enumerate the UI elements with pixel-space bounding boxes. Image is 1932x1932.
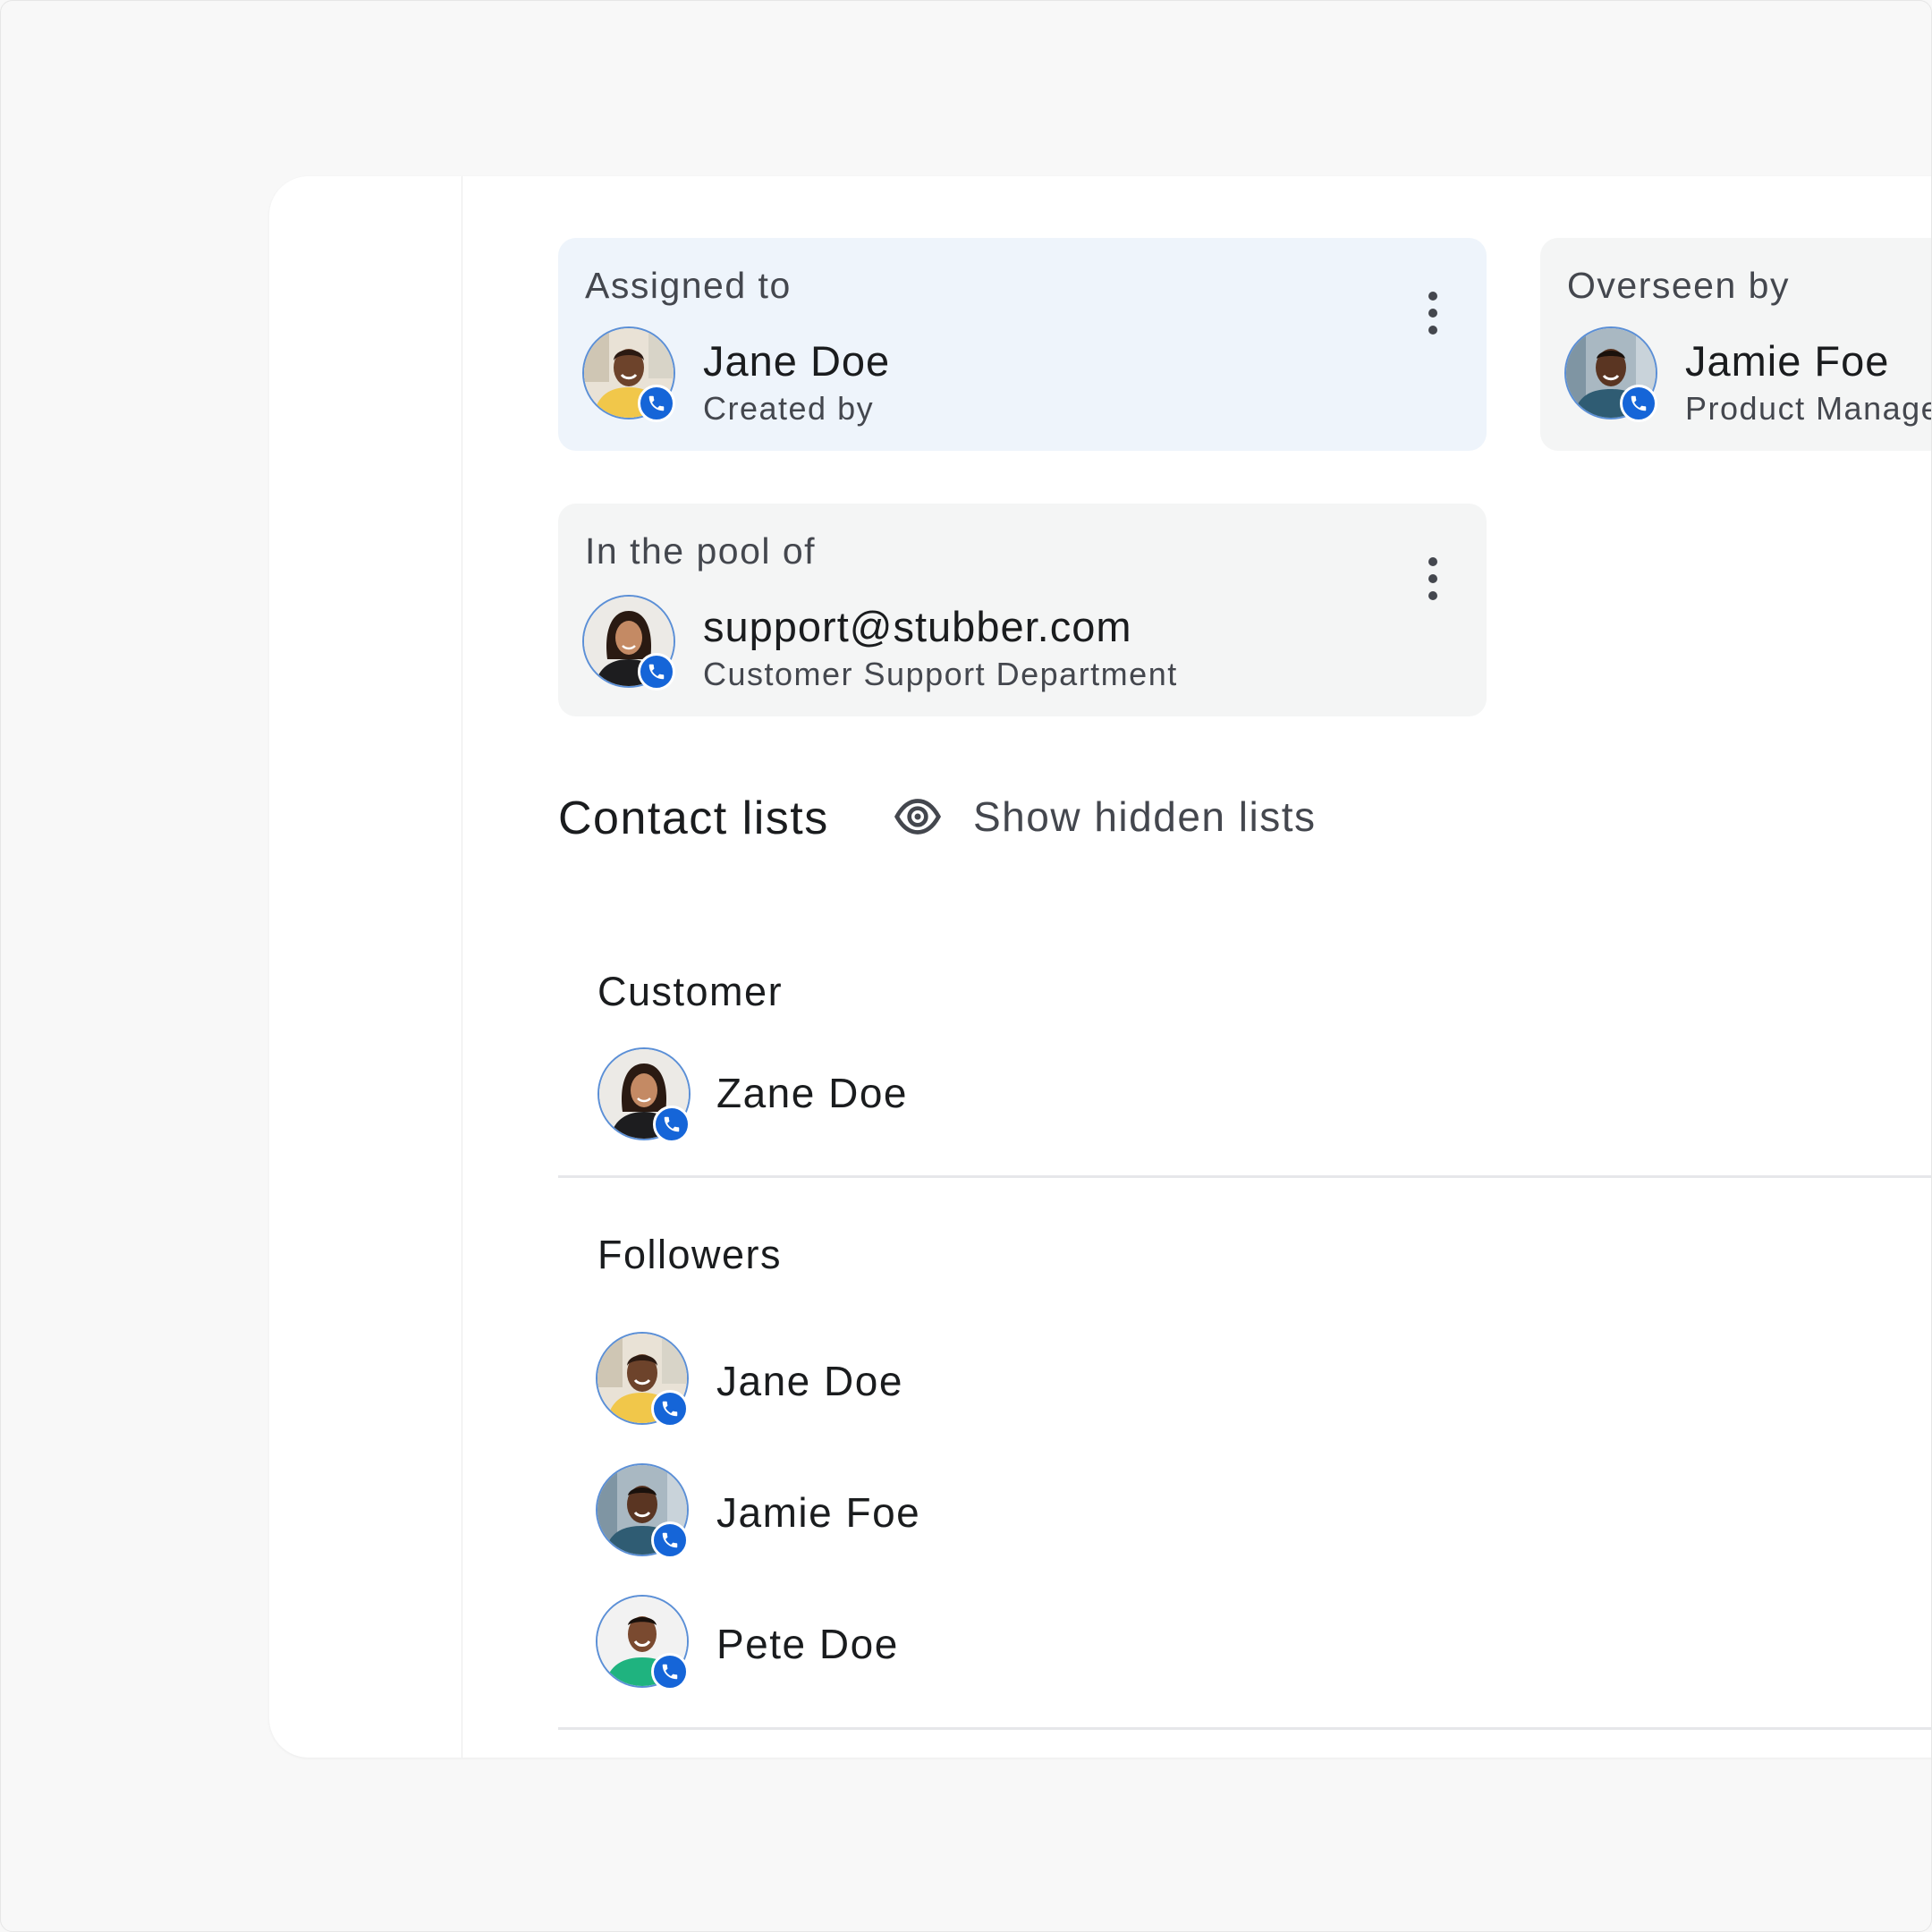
assigned-to-name: Jane Doe: [703, 337, 891, 385]
contact-name: Pete Doe: [716, 1621, 899, 1667]
assigned-to-card[interactable]: Assigned to Jane Doe Created by: [558, 238, 1487, 451]
list-heading-customer: Customer: [597, 969, 784, 1014]
contact-lists-title: Contact lists: [558, 792, 829, 844]
pool-label: In the pool of: [585, 530, 817, 572]
contact-name: Jamie Foe: [716, 1489, 921, 1536]
phone-icon[interactable]: [653, 1106, 691, 1143]
phone-icon[interactable]: [651, 1390, 689, 1428]
overseen-by-card[interactable]: Overseen by Jamie Foe Product Manage: [1540, 238, 1932, 451]
show-hidden-lists-label: Show hidden lists: [973, 793, 1317, 840]
pool-subtitle: Customer Support Department: [703, 656, 1178, 692]
details-panel: Assigned to Jane Doe Created by Overseen…: [269, 176, 1932, 1758]
app-frame: Assigned to Jane Doe Created by Overseen…: [0, 0, 1932, 1932]
list-divider: [558, 1727, 1931, 1730]
assigned-to-subtitle: Created by: [703, 390, 875, 427]
assigned-to-label: Assigned to: [585, 265, 792, 306]
phone-icon[interactable]: [651, 1521, 689, 1559]
more-vert-icon[interactable]: [1415, 277, 1451, 349]
list-divider: [558, 1175, 1931, 1178]
phone-icon[interactable]: [1620, 385, 1657, 422]
overseen-by-subtitle: Product Manage: [1685, 390, 1932, 427]
show-hidden-lists-button[interactable]: Show hidden lists: [893, 792, 1316, 842]
phone-icon[interactable]: [651, 1653, 689, 1690]
more-vert-icon[interactable]: [1415, 543, 1451, 614]
overseen-by-label: Overseen by: [1567, 265, 1790, 306]
contact-name: Zane Doe: [716, 1070, 909, 1116]
pool-email: support@stubber.com: [703, 603, 1132, 650]
phone-icon[interactable]: [638, 385, 675, 422]
contact-name: Jane Doe: [716, 1358, 903, 1404]
list-heading-followers: Followers: [597, 1232, 783, 1277]
overseen-by-name: Jamie Foe: [1685, 337, 1890, 385]
eye-icon: [893, 792, 943, 842]
pool-card[interactable]: In the pool of support@stubber.com Custo…: [558, 504, 1487, 716]
panel-sidebar: [269, 176, 462, 1758]
phone-icon[interactable]: [638, 653, 675, 691]
